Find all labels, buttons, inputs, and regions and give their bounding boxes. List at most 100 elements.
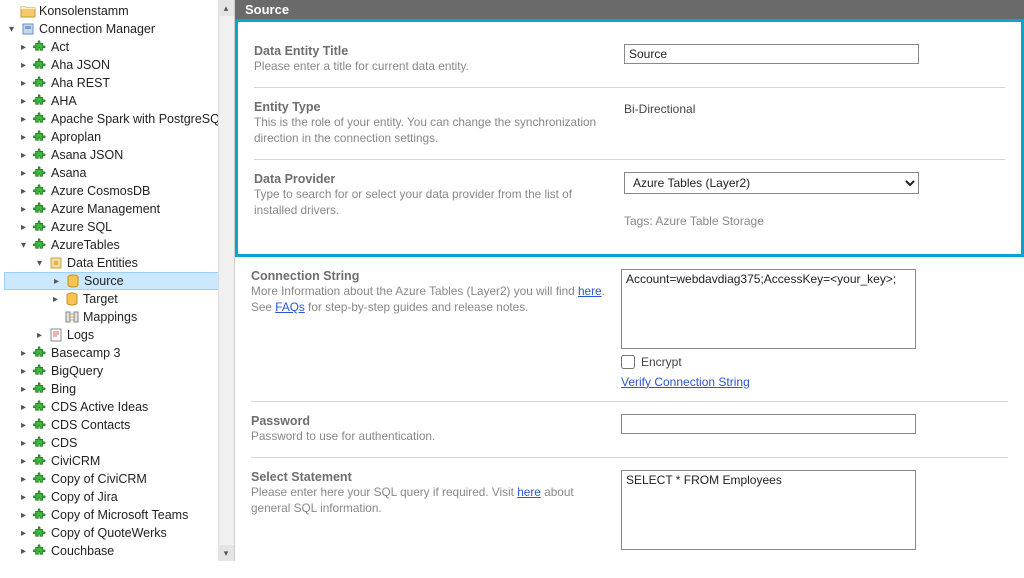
logs-icon — [48, 327, 64, 343]
puzzle-icon — [32, 363, 48, 379]
chevron-right-icon[interactable] — [51, 276, 62, 287]
scroll-up-icon[interactable]: ▴ — [218, 0, 234, 16]
chevron-right-icon[interactable] — [18, 132, 29, 143]
tree-label: Asana — [51, 166, 86, 180]
tree-connection-item[interactable]: Bing — [4, 380, 234, 398]
tree-label: CDS Contacts — [51, 418, 130, 432]
tree-connection-item[interactable]: Copy of CiviCRM — [4, 470, 234, 488]
chevron-right-icon[interactable] — [18, 456, 29, 467]
tree-label: Logs — [67, 328, 94, 342]
scroll-down-icon[interactable]: ▾ — [218, 545, 234, 561]
tree-label: Copy of Microsoft Teams — [51, 508, 188, 522]
field-desc: Please enter a title for current data en… — [254, 59, 612, 75]
chevron-down-icon[interactable] — [34, 258, 45, 269]
data-provider-select[interactable]: Azure Tables (Layer2) — [624, 172, 919, 194]
select-statement-textarea[interactable]: SELECT * FROM Employees — [621, 470, 916, 550]
chevron-right-icon[interactable] — [18, 42, 29, 53]
tree-source[interactable]: Source — [4, 272, 234, 290]
tree-scrollbar[interactable]: ▴ ▾ — [218, 0, 234, 561]
tree-connection-item[interactable]: CDS — [4, 434, 234, 452]
chevron-right-icon[interactable] — [18, 438, 29, 449]
chevron-right-icon[interactable] — [18, 222, 29, 233]
puzzle-icon — [32, 39, 48, 55]
tree-label: Mappings — [83, 310, 137, 324]
puzzle-icon — [32, 75, 48, 91]
tree-connection-item[interactable]: Copy of Jira — [4, 488, 234, 506]
chevron-right-icon[interactable] — [18, 492, 29, 503]
tree-label: Apache Spark with PostgreSQL — [51, 112, 227, 126]
tree-label: Data Entities — [67, 256, 138, 270]
conn-here-link[interactable]: here — [578, 284, 602, 298]
select-here-link[interactable]: here — [517, 485, 541, 499]
chevron-right-icon[interactable] — [18, 474, 29, 485]
tree-connection-item[interactable]: Copy of QuoteWerks — [4, 524, 234, 542]
password-input[interactable] — [621, 414, 916, 434]
chevron-down-icon[interactable] — [18, 240, 29, 251]
puzzle-icon — [32, 129, 48, 145]
chevron-right-icon[interactable] — [18, 204, 29, 215]
chevron-right-icon[interactable] — [18, 186, 29, 197]
tree-connection-item[interactable]: CDS Contacts — [4, 416, 234, 434]
tree[interactable]: Konsolenstamm Connection Manager ActAha … — [0, 0, 234, 561]
chevron-right-icon[interactable] — [34, 330, 45, 341]
chevron-right-icon[interactable] — [18, 402, 29, 413]
tree-connection-item[interactable]: CDS Active Ideas — [4, 398, 234, 416]
chevron-none — [50, 312, 61, 323]
tree-label: Connection Manager — [39, 22, 155, 36]
conn-faq-link[interactable]: FAQs — [275, 300, 305, 314]
chevron-right-icon[interactable] — [18, 366, 29, 377]
encrypt-checkbox[interactable] — [621, 355, 635, 369]
tree-connection-item[interactable]: Azure SQL — [4, 218, 234, 236]
tree-connection-item[interactable]: Azure Management — [4, 200, 234, 218]
tree-connection-item[interactable]: Azure CosmosDB — [4, 182, 234, 200]
tree-connection-item[interactable]: Couchbase — [4, 542, 234, 560]
tree-connection-item[interactable]: BigQuery — [4, 362, 234, 380]
tree-connection-item[interactable]: Aha JSON — [4, 56, 234, 74]
chevron-right-icon[interactable] — [18, 384, 29, 395]
field-label-conn: Connection String — [251, 269, 609, 283]
tree-connection-item[interactable]: Asana — [4, 164, 234, 182]
puzzle-icon — [32, 435, 48, 451]
chevron-right-icon[interactable] — [18, 420, 29, 431]
tree-connection-item[interactable]: AzureTables — [4, 236, 234, 254]
chevron-down-icon[interactable] — [6, 24, 17, 35]
tree-logs[interactable]: Logs — [4, 326, 234, 344]
tree-connection-item[interactable]: Apache Spark with PostgreSQL — [4, 110, 234, 128]
tree-connection-item[interactable]: CiviCRM — [4, 452, 234, 470]
tree-connection-manager[interactable]: Connection Manager — [4, 20, 234, 38]
tree-connection-item[interactable]: Basecamp 3 — [4, 344, 234, 362]
chevron-right-icon[interactable] — [18, 348, 29, 359]
chevron-right-icon[interactable] — [50, 294, 61, 305]
tree-connection-item[interactable]: Aproplan — [4, 128, 234, 146]
tree-mappings[interactable]: Mappings — [4, 308, 234, 326]
chevron-right-icon[interactable] — [18, 60, 29, 71]
tree-connection-item[interactable]: Copy of Microsoft Teams — [4, 506, 234, 524]
tree-connection-item[interactable]: Act — [4, 38, 234, 56]
chevron-right-icon[interactable] — [18, 510, 29, 521]
provider-tags: Tags: Azure Table Storage — [624, 214, 1005, 228]
connection-string-textarea[interactable]: Account=webdavdiag375;AccessKey=<your_ke… — [621, 269, 916, 349]
entity-type-value: Bi-Directional — [624, 100, 1005, 118]
tree-root[interactable]: Konsolenstamm — [4, 2, 234, 20]
tree-data-entities[interactable]: Data Entities — [4, 254, 234, 272]
verify-connection-link[interactable]: Verify Connection String — [621, 375, 1008, 389]
puzzle-icon — [32, 111, 48, 127]
chevron-right-icon[interactable] — [18, 168, 29, 179]
chevron-right-icon[interactable] — [18, 528, 29, 539]
tree-connection-item[interactable]: Asana JSON — [4, 146, 234, 164]
chevron-right-icon[interactable] — [18, 78, 29, 89]
tree-target[interactable]: Target — [4, 290, 234, 308]
tree-connection-item[interactable]: Aha REST — [4, 74, 234, 92]
data-entity-title-input[interactable] — [624, 44, 919, 64]
tree-label: Target — [83, 292, 118, 306]
chevron-right-icon[interactable] — [18, 150, 29, 161]
chevron-right-icon[interactable] — [18, 546, 29, 557]
tree-label: Copy of Jira — [51, 490, 118, 504]
field-desc: More Information about the Azure Tables … — [251, 284, 609, 316]
chevron-right-icon[interactable] — [18, 114, 29, 125]
tree-connection-item[interactable]: AHA — [4, 92, 234, 110]
tree-label: Azure CosmosDB — [51, 184, 150, 198]
chevron-right-icon[interactable] — [18, 96, 29, 107]
field-label-title: Data Entity Title — [254, 44, 612, 58]
encrypt-checkbox-row[interactable]: Encrypt — [621, 355, 1008, 369]
